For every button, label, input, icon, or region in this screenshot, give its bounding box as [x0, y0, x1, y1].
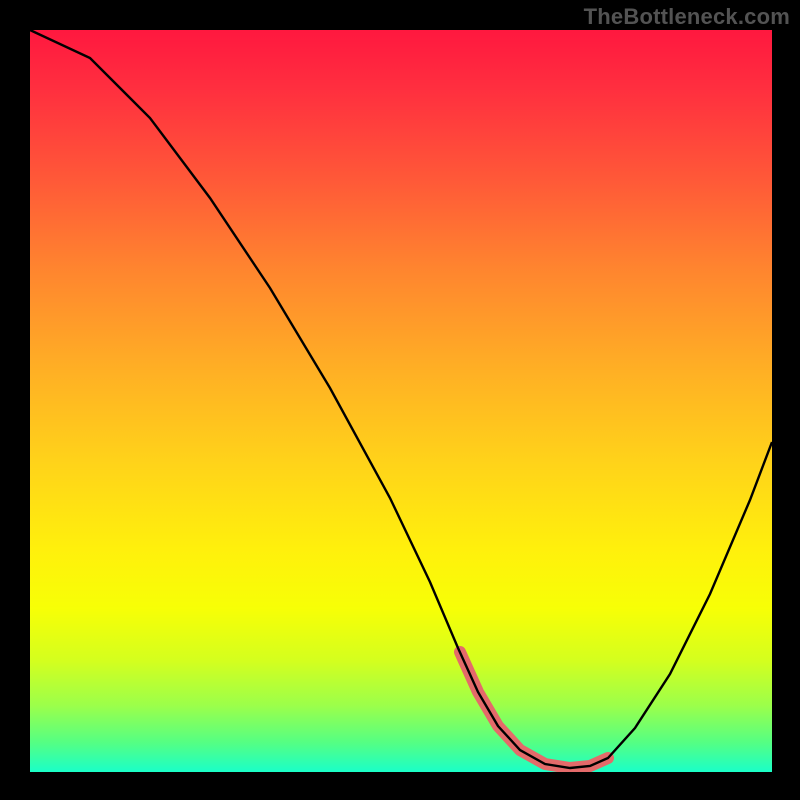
main-curve-path [30, 30, 772, 768]
chart-frame: TheBottleneck.com [0, 0, 800, 800]
curve-svg [30, 30, 772, 772]
plot-area [30, 30, 772, 772]
plateau-marker-path [460, 652, 608, 768]
watermark-text: TheBottleneck.com [584, 4, 790, 30]
